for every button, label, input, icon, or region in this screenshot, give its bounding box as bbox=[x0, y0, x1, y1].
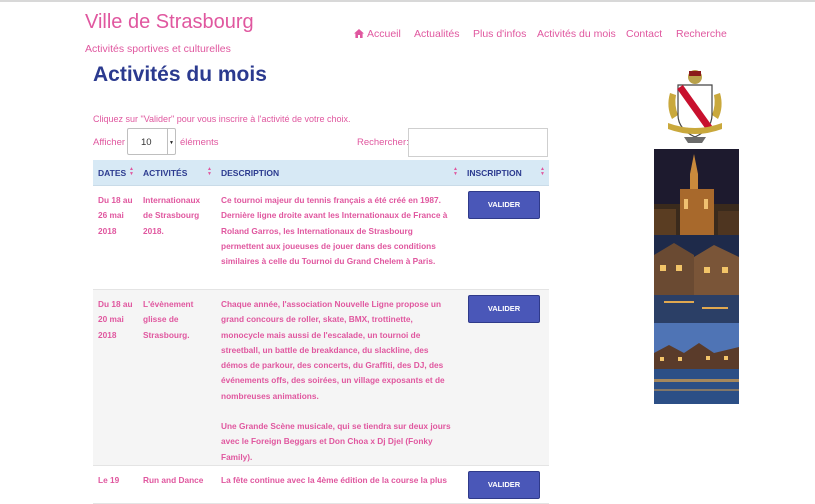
cell-activity: Run and Dance bbox=[138, 465, 216, 504]
show-label: Afficher bbox=[93, 137, 126, 148]
coat-of-arms-image bbox=[668, 70, 722, 143]
cell-dates: Le 19 bbox=[93, 465, 138, 504]
table-row: Du 18 au 20 mai 2018 L'évènement glisse … bbox=[93, 289, 549, 466]
cell-description: Chaque année, l'association Nouvelle Lig… bbox=[216, 289, 462, 466]
select-arrow-icon: ▼ bbox=[167, 129, 175, 154]
cathedral-photo bbox=[654, 149, 739, 235]
instruction-text: Cliquez sur "Valider" pour vous inscrire… bbox=[93, 114, 351, 124]
nav-accueil[interactable]: Accueil bbox=[354, 28, 401, 40]
sort-icon: ▲ ▼ bbox=[129, 166, 134, 177]
cell-activity: L'évènement glisse de Strasbourg. bbox=[138, 289, 216, 466]
col-description[interactable]: DESCRIPTION ▲ ▼ bbox=[216, 160, 462, 186]
page-title: Activités du mois bbox=[93, 63, 267, 86]
description-paragraph: Chaque année, l'association Nouvelle Lig… bbox=[221, 299, 445, 401]
cell-dates: Du 18 au 26 mai 2018 bbox=[93, 185, 138, 290]
valider-button[interactable]: VALIDER bbox=[468, 470, 540, 499]
cell-description: Ce tournoi majeur du tennis français a é… bbox=[216, 185, 462, 290]
river-night-photo bbox=[654, 323, 739, 404]
nav-actualites[interactable]: Actualités bbox=[414, 28, 460, 40]
home-icon bbox=[354, 29, 364, 38]
top-border bbox=[0, 0, 815, 2]
table-row: Le 19 Run and Dance La fête continue ave… bbox=[93, 465, 549, 504]
nav-contact[interactable]: Contact bbox=[626, 28, 662, 40]
table-row: Du 18 au 26 mai 2018 Internationaux de S… bbox=[93, 185, 549, 290]
search-input[interactable] bbox=[408, 128, 548, 157]
search-label: Rechercher: bbox=[357, 137, 409, 148]
nav-activites-du-mois[interactable]: Activités du mois bbox=[537, 28, 616, 40]
sort-icon: ▲ ▼ bbox=[540, 166, 545, 177]
description-paragraph: Une Grande Scène musicale, qui se tiendr… bbox=[221, 421, 451, 462]
cell-description: La fête continue avec la 4ème édition de… bbox=[216, 465, 462, 504]
page-length-select[interactable]: 10 ▼ bbox=[127, 128, 176, 155]
cell-activity: Internationaux de Strasbourg 2018. bbox=[138, 185, 216, 290]
valider-button[interactable]: VALIDER bbox=[468, 191, 540, 219]
col-dates[interactable]: DATES ▲ ▼ bbox=[93, 160, 138, 186]
table-header-row: DATES ▲ ▼ ACTIVITÉS ▲ ▼ DESCRIPTION ▲ ▼ INSCRI… bbox=[93, 160, 549, 186]
nav-recherche[interactable]: Recherche bbox=[676, 28, 727, 40]
sort-icon: ▲ ▼ bbox=[207, 166, 212, 177]
activities-table: DATES ▲ ▼ ACTIVITÉS ▲ ▼ DESCRIPTION ▲ ▼ INSCRI… bbox=[93, 160, 549, 504]
site-subtitle: Activités sportives et culturelles bbox=[85, 43, 231, 55]
sort-icon: ▲ ▼ bbox=[453, 166, 458, 177]
col-activites[interactable]: ACTIVITÉS ▲ ▼ bbox=[138, 160, 216, 186]
col-inscription[interactable]: INSCRIPTION ▲ ▼ bbox=[462, 160, 549, 186]
nav-plus-infos[interactable]: Plus d'infos bbox=[473, 28, 526, 40]
cell-dates: Du 18 au 20 mai 2018 bbox=[93, 289, 138, 466]
petite-france-photo bbox=[654, 235, 739, 323]
show-suffix: éléments bbox=[180, 137, 219, 148]
page-length-value: 10 bbox=[141, 137, 152, 148]
nav-label: Accueil bbox=[367, 28, 401, 40]
valider-button[interactable]: VALIDER bbox=[468, 295, 540, 323]
site-title[interactable]: Ville de Strasbourg bbox=[85, 11, 254, 34]
